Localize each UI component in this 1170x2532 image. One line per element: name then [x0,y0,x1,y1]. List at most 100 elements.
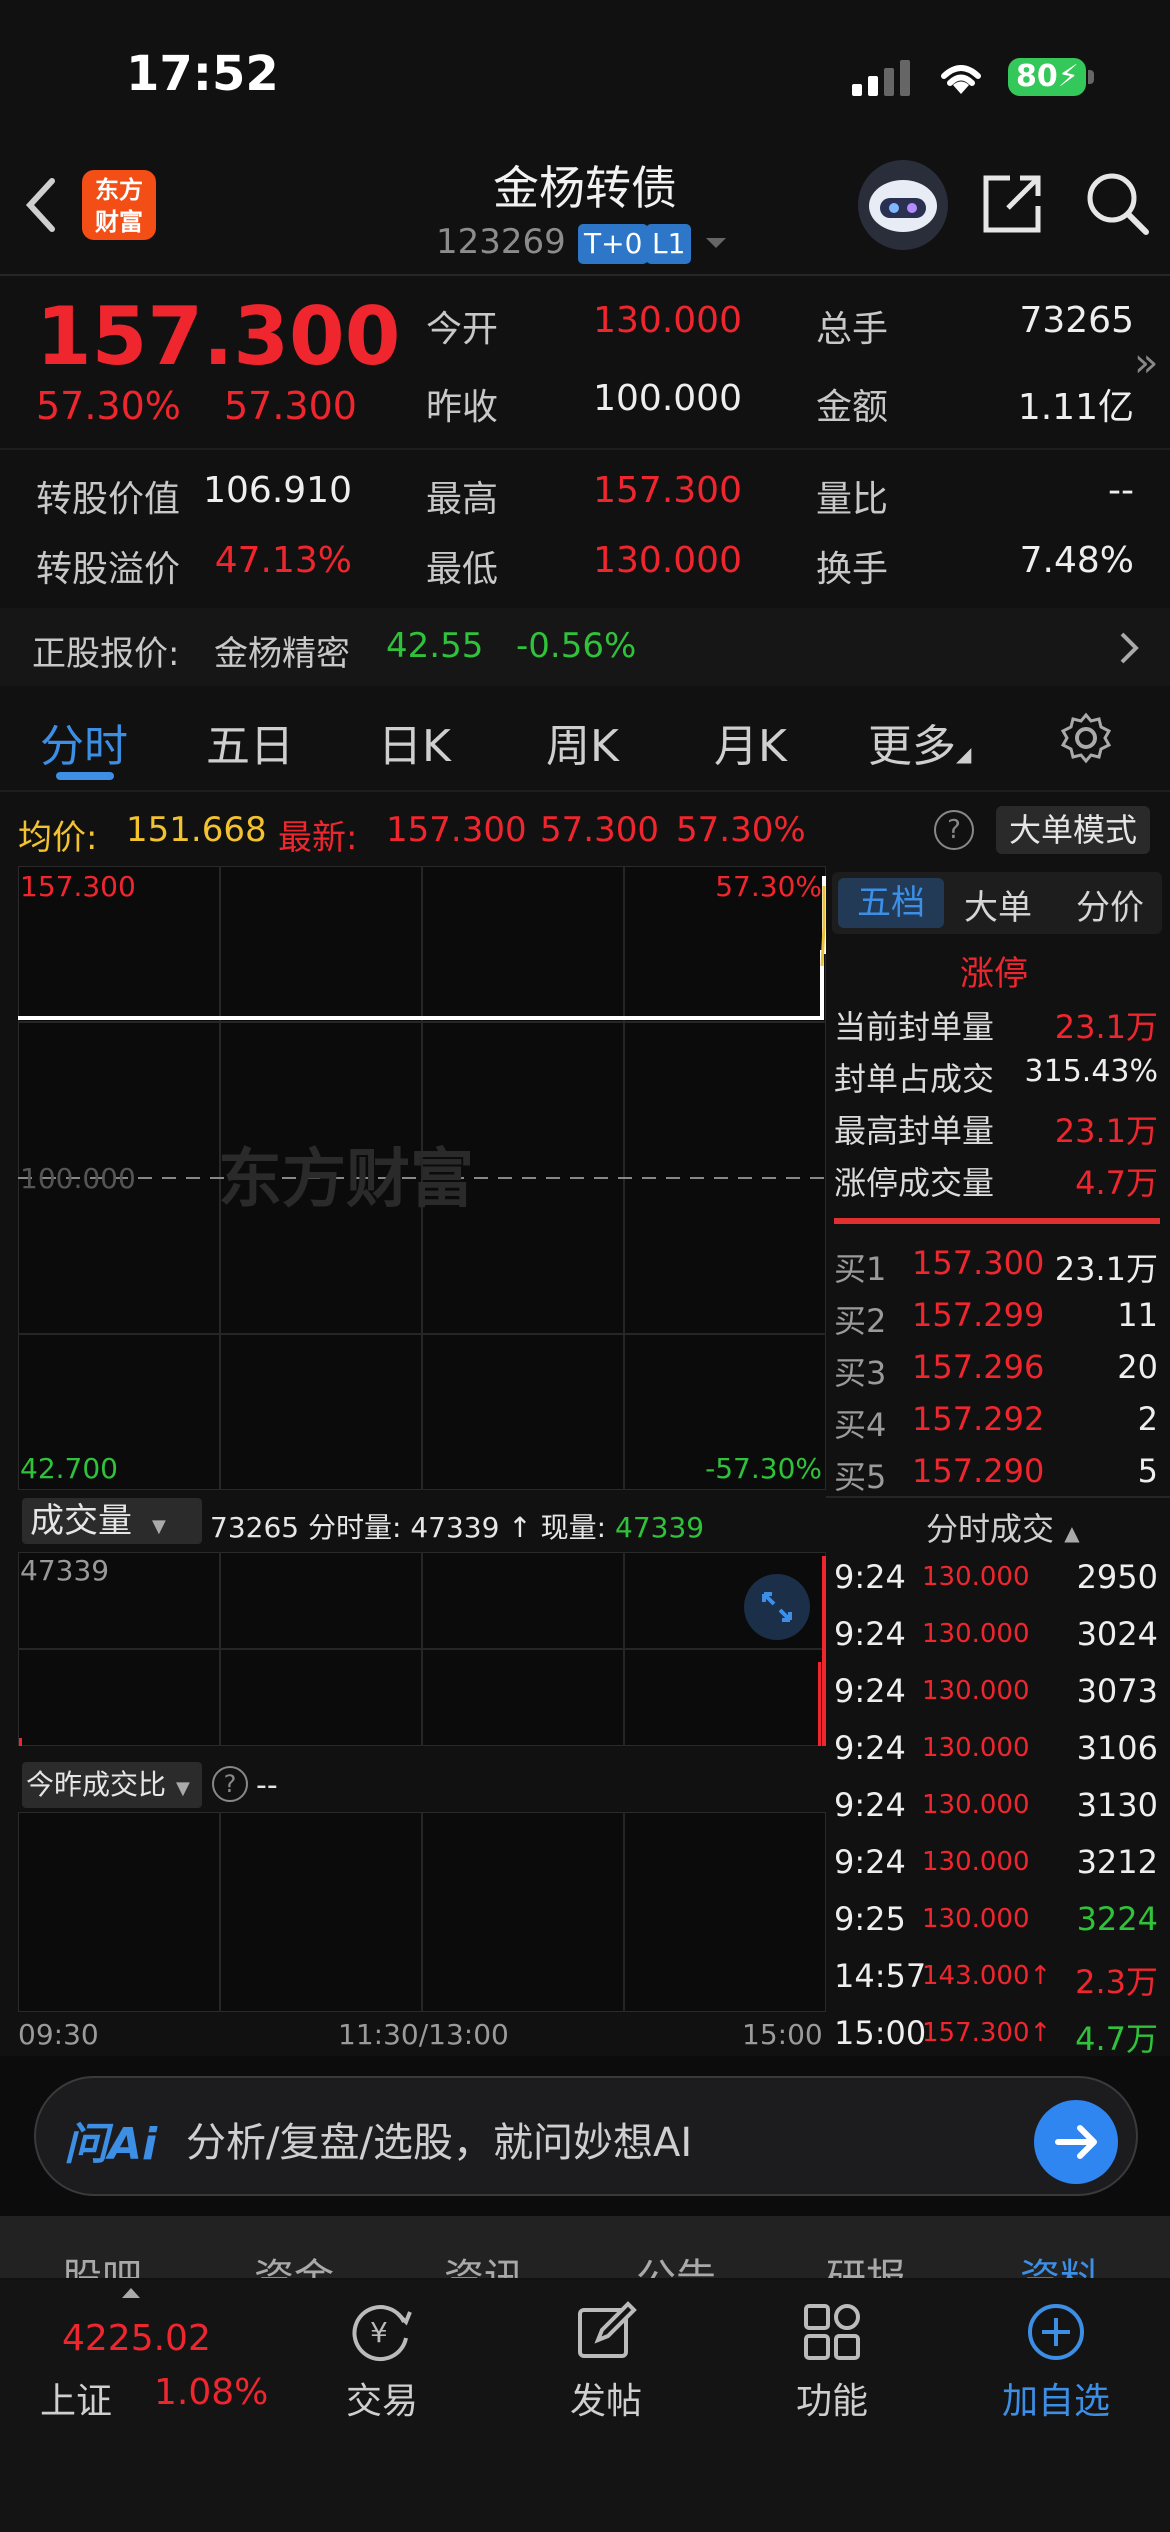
chevron-right-icon [1120,632,1139,664]
avg-price-value: 151.668 [126,810,267,850]
trade-volume: 3106 [1076,1729,1158,1767]
change-percent: 57.30% [36,384,181,428]
trade-time: 15:00 [834,2014,927,2052]
bid-volume: 2 [1137,1400,1158,1438]
volume-total: 73265 [210,1511,300,1544]
tab-more[interactable]: 更多◢ [868,710,971,774]
trade-icon[interactable]: ¥ [350,2300,414,2364]
big-order-mode-button[interactable]: 大单模式 [996,806,1150,854]
tab-weekly-k[interactable]: 周K [546,710,619,774]
tab-five-levels[interactable]: 五档 [838,878,944,928]
trade-volume: 3212 [1076,1843,1158,1881]
intraday-price-chart[interactable]: 东方财富 157.300 57.30% 100.000 42.700 -57.3… [17,865,827,1491]
prev-close-label: 昨收 [426,387,499,428]
caret-up-icon [122,2288,140,2298]
high-value: 157.300 [593,470,742,511]
underlying-price: 42.55 [386,626,484,666]
index-value: 4225.02 [62,2318,211,2359]
nav-functions[interactable]: 功能 [762,2372,902,2424]
volume-selector[interactable]: 成交量 ▼ [22,1498,202,1544]
bid-price: 157.300 [912,1244,1045,1282]
trade-volume: 4.7万 [1075,2020,1158,2058]
time-axis-end: 15:00 [742,2018,823,2051]
open-label: 今开 [426,309,499,350]
stat-value: 315.43% [1024,1054,1158,1089]
add-watchlist-icon[interactable] [1024,2300,1088,2364]
trades-title[interactable]: 分时成交 ▲ [926,1504,1080,1550]
tab-research[interactable]: 研报 [826,2246,906,2278]
trade-time: 9:24 [834,1558,906,1596]
stat-label: 最高封单量 [834,1112,995,1150]
tab-daily-k[interactable]: 日K [378,710,451,774]
ai-submit-button[interactable] [1034,2100,1118,2184]
amount-label: 金额 [816,387,889,428]
share-icon[interactable] [980,170,1046,236]
conv-value-label: 转股价值 [36,479,181,520]
bid-volume: 11 [1117,1296,1158,1334]
ratio-help-icon[interactable]: ? [212,1766,248,1802]
functions-grid-icon[interactable] [800,2300,864,2364]
bid-label: 买4 [834,1406,887,1444]
chevron-down-icon[interactable] [706,238,726,248]
volume-now: 47339 [615,1511,705,1544]
tab-intraday[interactable]: 分时 [40,710,128,774]
ai-placeholder[interactable]: 分析/复盘/选股，就问妙想AI [186,2110,692,2168]
volume-bar-open [19,1738,22,1746]
ratio-selector[interactable]: 今昨成交比 ▼ [22,1762,202,1808]
header-divider [0,274,1170,276]
avg-price-label: 均价: [18,818,98,858]
volume-chart[interactable]: 47339 [17,1551,827,1747]
trade-time: 9:24 [834,1729,906,1767]
bid-price: 157.299 [912,1296,1045,1334]
trade-time: 9:25 [834,1900,906,1938]
underlying-label: 正股报价: [32,634,180,674]
trade-volume: 2.3万 [1075,1963,1158,2001]
expand-icon[interactable] [744,1574,810,1640]
tab-funds[interactable]: 资金 [254,2246,334,2278]
active-tab-indicator [56,772,114,780]
trade-price: 130.000 [922,1733,1030,1763]
volume-bar-1457 [818,1662,821,1746]
tab-forum[interactable]: 股吧 [62,2246,142,2278]
index-percent: 1.08% [154,2372,269,2413]
limit-up-bar [834,1218,1160,1224]
trade-price: 130.000 [922,1619,1030,1649]
trades-marker [822,1556,826,1746]
volume-max-label: 47339 [20,1554,110,1587]
settings-gear-icon[interactable] [1060,712,1112,764]
nav-add-watchlist[interactable]: 加自选 [986,2372,1126,2424]
trade-volume: 3224 [1076,1900,1158,1938]
stat-label: 当前封单量 [834,1008,995,1046]
latest-price: 157.300 [386,810,527,850]
tab-announcements[interactable]: 公告 [636,2246,716,2278]
nav-trade[interactable]: 交易 [312,2372,452,2424]
ratio-chart [17,1811,827,2013]
low-label: 最低 [426,549,499,590]
last-price: 157.300 [36,290,401,383]
back-icon[interactable] [22,175,62,235]
tab-news[interactable]: 资讯 [444,2246,524,2278]
help-icon[interactable]: ? [934,810,974,850]
app-logo[interactable]: 东方 财富 [82,170,156,240]
volume-ratio-value: -- [1108,470,1134,511]
search-icon[interactable] [1084,170,1150,236]
trade-volume: 3073 [1076,1672,1158,1710]
tag-l1: L1 [646,224,692,264]
tab-profile[interactable]: 资料 [1020,2246,1100,2278]
post-edit-icon[interactable] [574,2300,638,2364]
index-name: 上证 [40,2381,113,2422]
tab-price-distribution[interactable]: 分价 [1076,880,1144,929]
stock-title: 金杨转债 [493,161,677,215]
chevron-right-double-icon[interactable]: » [1134,340,1158,386]
conv-value-value: 106.910 [203,470,352,511]
trade-volume: 3130 [1076,1786,1158,1824]
nav-post[interactable]: 发帖 [536,2372,676,2424]
tab-monthly-k[interactable]: 月K [714,710,787,774]
trade-volume: 2950 [1076,1558,1158,1596]
tab-five-day[interactable]: 五日 [206,710,294,774]
tab-big-orders[interactable]: 大单 [964,880,1032,929]
wifi-icon [941,65,981,94]
underlying-stock-row[interactable]: 正股报价: 金杨精密 42.55 -0.56% [0,608,1170,686]
tabs-divider [0,790,1170,792]
robot-assistant-icon[interactable] [858,160,948,250]
